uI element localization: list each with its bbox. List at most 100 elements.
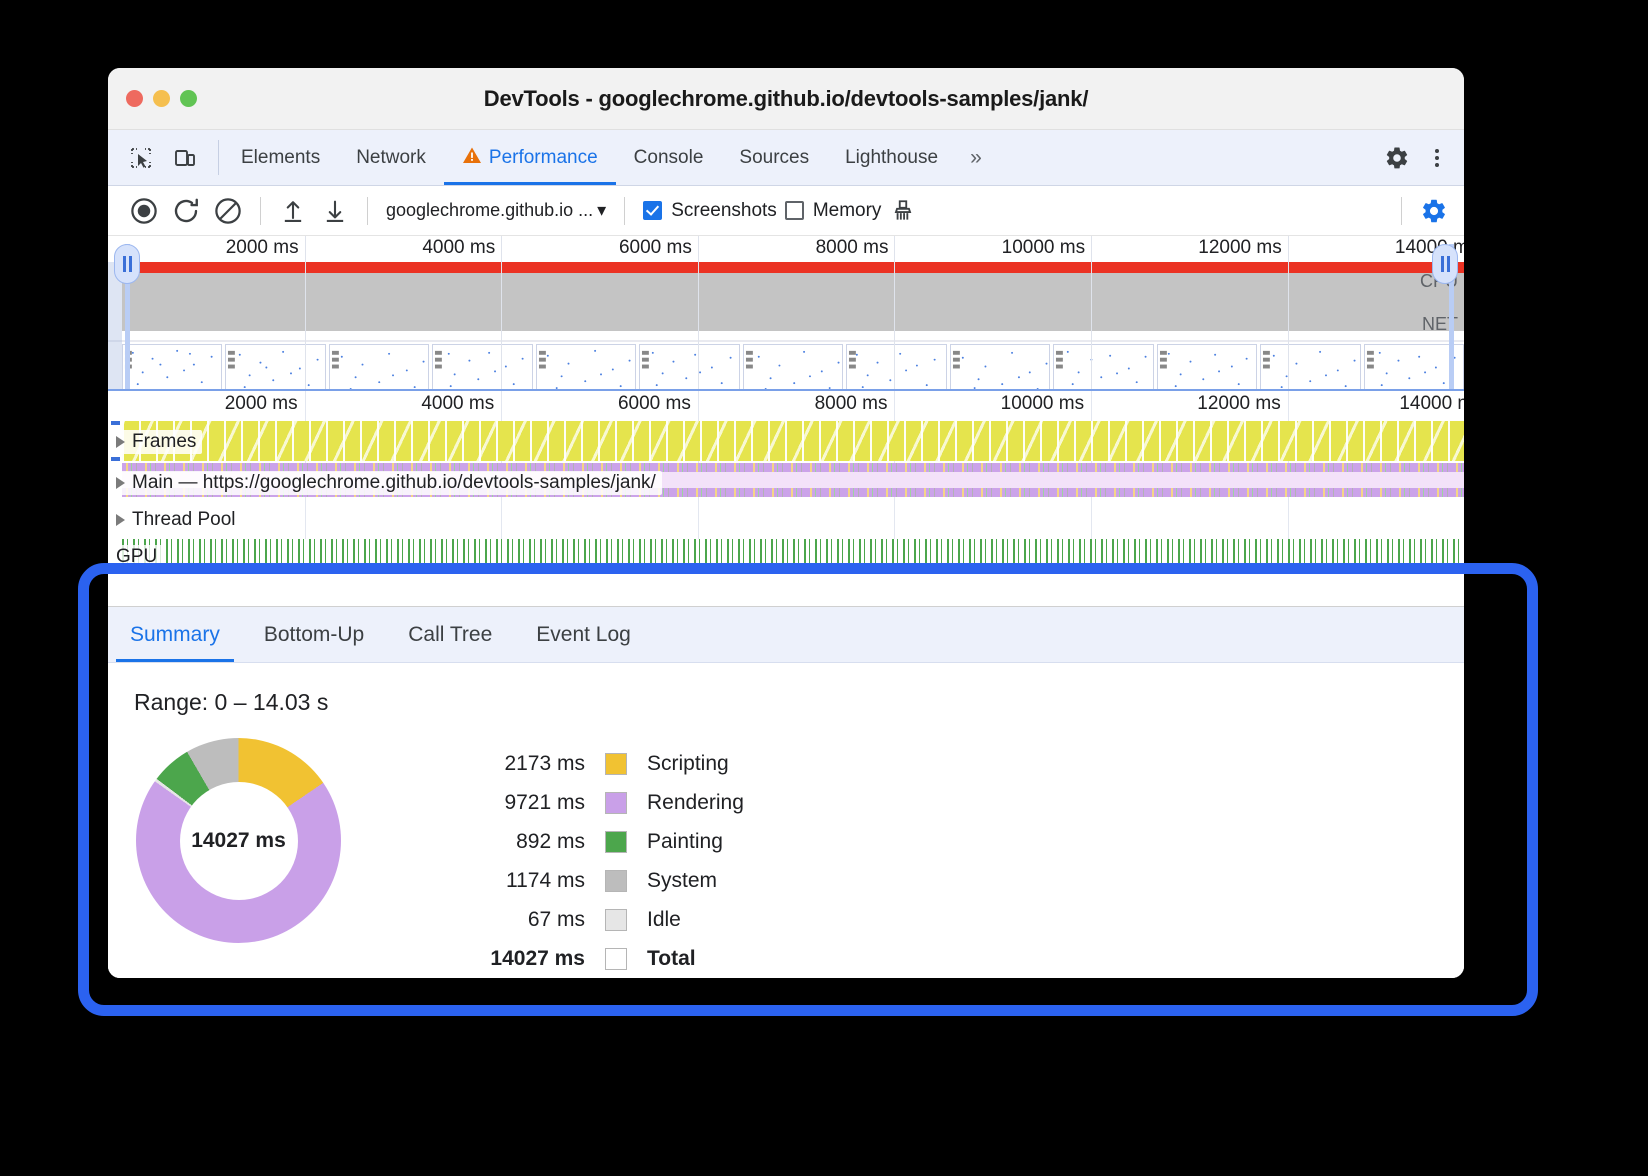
frames-band[interactable]	[122, 421, 1464, 461]
device-toolbar-icon[interactable]	[166, 139, 204, 177]
filmstrip-frame[interactable]	[329, 344, 429, 391]
activity-legend: 2173 ms Scripting 9721 ms Rendering 892 …	[453, 744, 744, 978]
expand-arrow-icon[interactable]	[116, 477, 125, 489]
download-profile-icon[interactable]	[315, 191, 355, 231]
filmstrip-frame[interactable]	[1053, 344, 1153, 391]
screenshots-label: Screenshots	[671, 200, 777, 222]
screenshots-checkbox-box[interactable]	[643, 201, 662, 220]
legend-value-painting: 892 ms	[453, 830, 585, 854]
track-thread-pool-label: Thread Pool	[132, 509, 236, 531]
memory-checkbox[interactable]: Memory	[785, 200, 882, 222]
upload-profile-icon[interactable]	[273, 191, 313, 231]
overview-time-ruler: 2000 ms 4000 ms 6000 ms 8000 ms 10000 ms…	[108, 236, 1464, 262]
collect-garbage-icon[interactable]	[883, 191, 923, 231]
filmstrip-frame[interactable]	[536, 344, 636, 391]
track-main-label: Main — https://googlechrome.github.io/de…	[132, 472, 656, 494]
capture-settings-gear-icon[interactable]	[1414, 191, 1454, 231]
summary-panel: Range: 0 – 14.03 s 14027 ms 2173 ms Scri…	[108, 663, 1464, 978]
overview-tick-label: 2000 ms	[226, 237, 299, 259]
tab-sources[interactable]: Sources	[721, 130, 827, 185]
donut-total-value: 14027 ms	[191, 829, 286, 853]
frames-gutter-top-mark	[111, 421, 120, 425]
expand-arrow-icon[interactable]	[116, 436, 125, 448]
flamechart-time-ruler: 2000 ms 4000 ms 6000 ms 8000 ms 10000 ms…	[108, 391, 1464, 421]
tab-call-tree[interactable]: Call Tree	[386, 607, 514, 662]
range-label: Range: 0 – 14.03 s	[134, 689, 1464, 716]
tab-bottom-up-label: Bottom-Up	[264, 623, 364, 647]
overview-filmstrip[interactable]	[122, 344, 1464, 391]
track-main-header[interactable]: Main — https://googlechrome.github.io/de…	[114, 471, 662, 495]
filmstrip-frame[interactable]	[846, 344, 946, 391]
legend-swatch-rendering	[605, 792, 627, 814]
legend-label-system: System	[647, 869, 717, 893]
track-thread-pool[interactable]: Thread Pool	[108, 499, 1464, 539]
timeline-flamechart[interactable]: 2000 ms 4000 ms 6000 ms 8000 ms 10000 ms…	[108, 391, 1464, 606]
legend-row-rendering[interactable]: 9721 ms Rendering	[453, 783, 744, 822]
screenshots-checkbox[interactable]: Screenshots	[643, 200, 777, 222]
gear-icon[interactable]	[1378, 139, 1416, 177]
flamechart-tick-label: 10000 ms	[1001, 393, 1084, 415]
window-title: DevTools - googlechrome.github.io/devtoo…	[108, 86, 1464, 112]
tabstrip-divider	[218, 140, 219, 175]
filmstrip-frame[interactable]	[1260, 344, 1360, 391]
frames-dividers	[122, 421, 1464, 461]
recording-target-value: googlechrome.github.io ...	[386, 200, 593, 221]
track-gpu-header[interactable]: GPU	[114, 545, 163, 569]
legend-value-idle: 67 ms	[453, 908, 585, 932]
toolbar-divider-2	[367, 197, 368, 225]
filmstrip-frame[interactable]	[122, 344, 222, 391]
inspect-element-icon[interactable]	[122, 139, 160, 177]
tab-console-label: Console	[634, 147, 704, 169]
legend-swatch-total	[605, 948, 627, 970]
legend-row-scripting[interactable]: 2173 ms Scripting	[453, 744, 744, 783]
track-gpu[interactable]: GPU	[108, 539, 1464, 575]
range-handle-right-icon[interactable]	[1432, 244, 1458, 284]
recording-target-select[interactable]: googlechrome.github.io ... ▾	[380, 200, 612, 221]
activity-donut-chart[interactable]: 14027 ms	[136, 738, 341, 943]
gpu-band[interactable]	[122, 539, 1464, 573]
filmstrip-frame[interactable]	[432, 344, 532, 391]
tab-elements[interactable]: Elements	[223, 130, 338, 185]
tab-performance[interactable]: Performance	[444, 130, 616, 185]
filmstrip-frame[interactable]	[1157, 344, 1257, 391]
legend-row-system[interactable]: 1174 ms System	[453, 861, 744, 900]
legend-value-rendering: 9721 ms	[453, 791, 585, 815]
tab-bottom-up[interactable]: Bottom-Up	[242, 607, 386, 662]
legend-label-scripting: Scripting	[647, 752, 729, 776]
tab-event-log[interactable]: Event Log	[514, 607, 653, 662]
timeline-overview[interactable]: 2000 ms 4000 ms 6000 ms 8000 ms 10000 ms…	[108, 236, 1464, 391]
tab-summary[interactable]: Summary	[108, 607, 242, 662]
track-main[interactable]: Main — https://googlechrome.github.io/de…	[108, 461, 1464, 499]
track-frames-header[interactable]: Frames	[114, 430, 202, 454]
record-circle-icon[interactable]	[124, 191, 164, 231]
legend-row-idle[interactable]: 67 ms Idle	[453, 900, 744, 939]
clear-recording-icon[interactable]	[208, 191, 248, 231]
filmstrip-frame[interactable]	[743, 344, 843, 391]
track-frames[interactable]: Frames	[108, 421, 1464, 461]
more-tabs-chevron-icon[interactable]: »	[956, 130, 996, 185]
devtools-window: DevTools - googlechrome.github.io/devtoo…	[108, 68, 1464, 978]
filmstrip-frame[interactable]	[639, 344, 739, 391]
track-frames-label: Frames	[132, 431, 196, 453]
details-drawer: Summary Bottom-Up Call Tree Event Log Ra…	[108, 606, 1464, 978]
range-handle-left-icon[interactable]	[114, 244, 140, 284]
reload-and-record-icon[interactable]	[166, 191, 206, 231]
track-thread-pool-header[interactable]: Thread Pool	[114, 508, 242, 532]
legend-row-painting[interactable]: 892 ms Painting	[453, 822, 744, 861]
legend-row-total: 14027 ms Total	[453, 939, 744, 978]
tab-network-label: Network	[356, 147, 426, 169]
tab-network[interactable]: Network	[338, 130, 444, 185]
kebab-menu-icon[interactable]	[1418, 139, 1456, 177]
tab-lighthouse[interactable]: Lighthouse	[827, 130, 956, 185]
flamechart-tick-label: 14000 m	[1399, 393, 1464, 415]
legend-swatch-system	[605, 870, 627, 892]
filmstrip-frame[interactable]	[950, 344, 1050, 391]
overview-tick-label: 12000 ms	[1198, 237, 1281, 259]
filmstrip-frame[interactable]	[225, 344, 325, 391]
tab-console[interactable]: Console	[616, 130, 722, 185]
window-titlebar: DevTools - googlechrome.github.io/devtoo…	[108, 68, 1464, 130]
expand-arrow-icon[interactable]	[116, 514, 125, 526]
legend-swatch-scripting	[605, 753, 627, 775]
devtools-main-tabs: Elements Network Performance	[223, 130, 1367, 185]
memory-checkbox-box[interactable]	[785, 201, 804, 220]
